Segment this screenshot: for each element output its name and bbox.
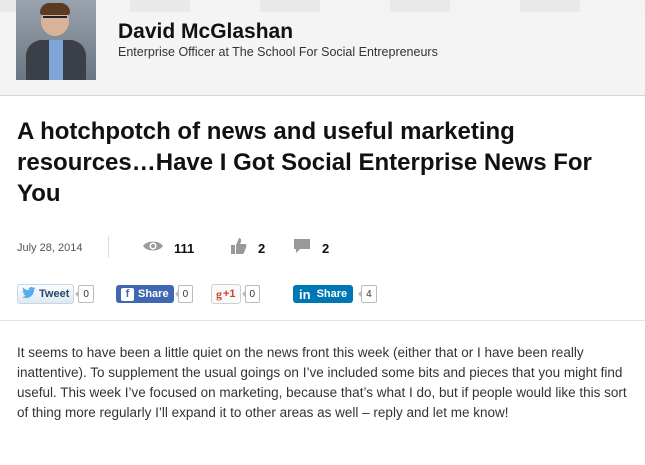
views-stat: 111 bbox=[142, 236, 194, 260]
top-strip bbox=[0, 0, 645, 12]
header-divider bbox=[0, 95, 645, 96]
comments-count: 2 bbox=[322, 240, 330, 256]
linkedin-share: in Share 4 bbox=[293, 284, 377, 304]
meta-divider bbox=[108, 236, 109, 258]
post-title: A hotchpotch of news and useful marketin… bbox=[17, 118, 592, 207]
gplus-label: +1 bbox=[223, 288, 236, 300]
likes-count: 2 bbox=[258, 240, 266, 256]
tweet-count: 0 bbox=[75, 285, 94, 303]
views-count: 111 bbox=[174, 240, 195, 256]
thumbs-up-icon[interactable] bbox=[228, 236, 248, 261]
author-name[interactable]: David McGlashan bbox=[118, 20, 293, 44]
facebook-count: 0 bbox=[174, 285, 194, 303]
twitter-share: Tweet 0 bbox=[17, 284, 94, 304]
gplus-count: 0 bbox=[241, 285, 261, 303]
eye-icon bbox=[142, 239, 164, 258]
google-plus-icon: g bbox=[216, 286, 222, 301]
tweet-label: Tweet bbox=[39, 288, 70, 300]
gplus-share: g +1 0 bbox=[211, 284, 261, 304]
facebook-f-icon: f bbox=[121, 287, 134, 301]
author-headline: Enterprise Officer at The School For Soc… bbox=[118, 45, 438, 59]
content-divider bbox=[0, 320, 645, 321]
linkedin-share-label: Share bbox=[316, 288, 348, 300]
post-date: July 28, 2014 bbox=[17, 242, 83, 254]
facebook-share-button[interactable]: f Share bbox=[116, 285, 174, 303]
linkedin-count: 4 bbox=[358, 285, 377, 303]
comments-stat[interactable]: 2 bbox=[292, 236, 329, 260]
likes-stat[interactable]: 2 bbox=[228, 236, 265, 260]
post-body: It seems to have been a little quiet on … bbox=[17, 345, 627, 420]
gplus-button[interactable]: g +1 bbox=[211, 284, 241, 304]
twitter-bird-icon bbox=[22, 287, 39, 301]
linkedin-share-button[interactable]: in Share bbox=[293, 285, 354, 303]
facebook-share-label: Share bbox=[138, 288, 169, 300]
comment-icon[interactable] bbox=[292, 237, 312, 260]
facebook-share: f Share 0 bbox=[116, 284, 194, 304]
linkedin-in-icon: in bbox=[299, 286, 311, 302]
tweet-button[interactable]: Tweet bbox=[17, 284, 75, 304]
author-avatar[interactable] bbox=[16, 0, 96, 80]
